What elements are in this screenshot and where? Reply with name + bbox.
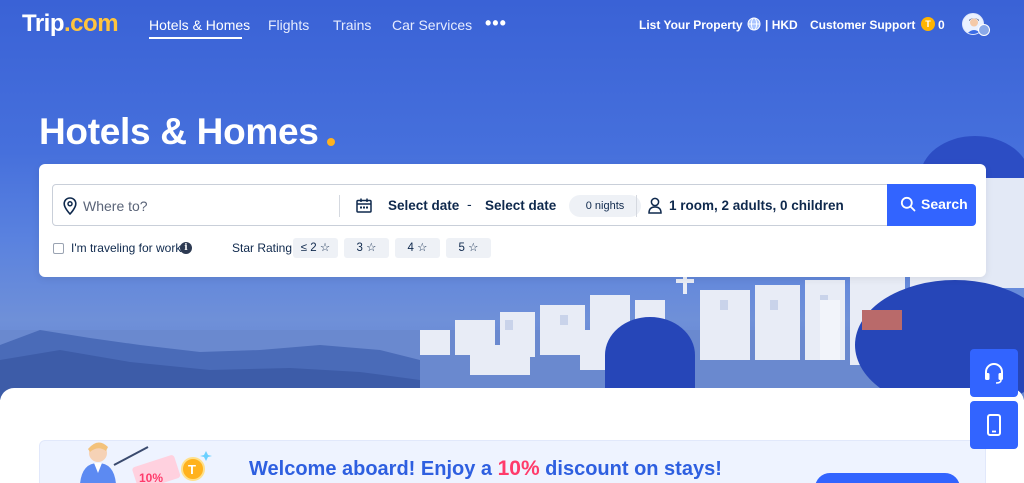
- mobile-app-button[interactable]: [970, 401, 1018, 449]
- search-button-label: Search: [921, 196, 968, 212]
- promo-headline: Welcome aboard! Enjoy a 10% discount on …: [249, 457, 722, 480]
- date-separator: -: [467, 196, 472, 212]
- trip-com-logo[interactable]: Trip.com: [22, 10, 119, 38]
- guests-rooms-selector[interactable]: 1 room, 2 adults, 0 children: [669, 198, 844, 213]
- hotel-search-card: Select date - Select date 0 nights 1 roo…: [39, 164, 986, 277]
- mobile-phone-icon: [987, 414, 1001, 436]
- checkin-date-field[interactable]: Select date: [388, 198, 459, 213]
- star-chip-5[interactable]: 5 ☆: [446, 238, 491, 258]
- promo-illustration-icon: 10% T: [80, 442, 212, 483]
- page-title: Hotels & Homes: [39, 111, 319, 152]
- location-pin-icon: [63, 197, 77, 215]
- trip-coin-icon[interactable]: T: [921, 17, 935, 31]
- customer-support-link[interactable]: Customer Support: [810, 18, 915, 32]
- avatar-badge-icon: [978, 24, 990, 36]
- person-icon: [648, 197, 662, 214]
- info-icon[interactable]: i: [180, 242, 192, 254]
- promo-cta-button[interactable]: [815, 473, 960, 483]
- currency-selector[interactable]: | HKD: [765, 18, 798, 32]
- search-button[interactable]: Search: [887, 184, 976, 226]
- search-icon: [900, 196, 916, 212]
- more-dots-icon[interactable]: •••: [485, 13, 507, 34]
- divider: [339, 195, 340, 217]
- nights-badge: 0 nights: [569, 195, 641, 217]
- work-travel-checkbox[interactable]: [53, 243, 64, 254]
- globe-icon[interactable]: [747, 17, 761, 31]
- divider: [636, 195, 637, 217]
- calendar-icon: [356, 198, 372, 213]
- promo-coin-symbol: T: [188, 462, 196, 477]
- headset-icon: [985, 363, 1003, 384]
- nav-trains[interactable]: Trains: [333, 17, 371, 33]
- title-accent-dot: [327, 138, 335, 146]
- trip-coins-count[interactable]: 0: [938, 18, 945, 32]
- search-options: I'm traveling for work i Star Rating ≤ 2…: [53, 238, 953, 260]
- promo-badge-text: 10%: [139, 471, 163, 483]
- nav-active-underline: [149, 37, 242, 39]
- top-navigation: Trip.com Hotels & Homes Flights Trains C…: [0, 0, 1024, 50]
- work-travel-label[interactable]: I'm traveling for work: [71, 241, 181, 255]
- nav-car-services[interactable]: Car Services: [392, 17, 472, 33]
- nav-flights[interactable]: Flights: [268, 17, 309, 33]
- star-rating-label: Star Rating: [232, 241, 293, 255]
- list-your-property-link[interactable]: List Your Property: [639, 18, 743, 32]
- checkout-date-field[interactable]: Select date: [485, 198, 556, 213]
- star-chip-4[interactable]: 4 ☆: [395, 238, 440, 258]
- destination-input[interactable]: [83, 193, 333, 219]
- star-chip-3[interactable]: 3 ☆: [344, 238, 389, 258]
- welcome-promo-banner[interactable]: 10% T Welcome aboard! Enjoy a 10% discou…: [39, 440, 986, 483]
- star-chip-2-or-less[interactable]: ≤ 2 ☆: [293, 238, 338, 258]
- search-bar: Select date - Select date 0 nights 1 roo…: [52, 184, 976, 226]
- customer-service-button[interactable]: [970, 349, 1018, 397]
- nav-hotels-homes[interactable]: Hotels & Homes: [149, 17, 250, 33]
